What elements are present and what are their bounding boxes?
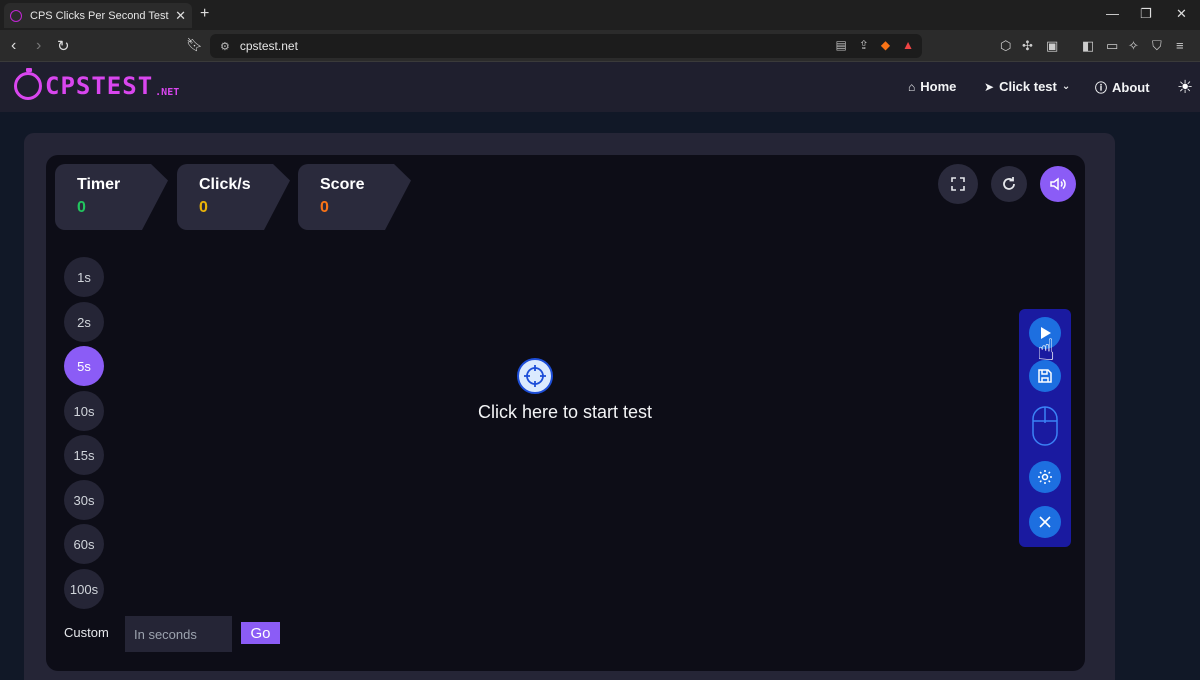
- sound-toggle-button[interactable]: [1040, 166, 1076, 202]
- logo-tld: .NET: [155, 87, 180, 98]
- fullscreen-icon: [951, 177, 965, 191]
- reset-button[interactable]: [991, 166, 1027, 202]
- site-favicon-icon: [10, 9, 22, 22]
- brave-rewards-icon[interactable]: ▲: [902, 38, 914, 52]
- cps-label: Click/s: [199, 176, 251, 193]
- nav-click-test-label: Click test: [999, 79, 1057, 94]
- start-test-prompt[interactable]: Click here to start test: [400, 355, 730, 435]
- duration-label: 10s: [73, 403, 95, 419]
- duration-5s-button[interactable]: 5s: [64, 346, 104, 386]
- duration-label: 2s: [77, 314, 91, 330]
- go-button[interactable]: Go: [241, 622, 280, 644]
- browser-tab[interactable]: CPS Clicks Per Second Test - Me ✕: [4, 3, 192, 28]
- vpn-icon[interactable]: ⛉: [1152, 38, 1162, 54]
- close-tab-icon[interactable]: ✕: [175, 8, 186, 24]
- nav-about-label: About: [1112, 80, 1150, 95]
- duration-label: 5s: [77, 358, 91, 374]
- reset-icon: [1003, 177, 1015, 190]
- browser-tab-bar: CPS Clicks Per Second Test - Me ✕ + — ❐ …: [0, 0, 1200, 30]
- duration-10s-button[interactable]: 10s: [64, 391, 104, 431]
- share-icon[interactable]: ⇪: [859, 38, 869, 52]
- stopwatch-icon: [14, 68, 42, 100]
- score-label: Score: [320, 176, 365, 193]
- fullscreen-button[interactable]: [938, 164, 978, 204]
- duration-60s-button[interactable]: 60s: [64, 524, 104, 564]
- duration-label: 15s: [73, 447, 95, 463]
- mouse-icon[interactable]: [1031, 405, 1059, 447]
- duration-1s-button[interactable]: 1s: [64, 257, 104, 297]
- nav-about[interactable]: ⓘ About: [1095, 79, 1150, 96]
- site-logo[interactable]: CPSTEST .NET: [14, 68, 180, 100]
- close-button[interactable]: [1029, 506, 1061, 538]
- cursor-icon: ➤: [984, 79, 995, 94]
- timer-label: Timer: [77, 176, 121, 193]
- new-tab-icon[interactable]: +: [200, 5, 209, 23]
- forward-icon[interactable]: ›: [36, 37, 41, 55]
- wallet-icon[interactable]: ▭: [1106, 38, 1118, 54]
- reader-mode-icon[interactable]: ▤: [835, 38, 846, 52]
- leo-ai-icon[interactable]: ✧: [1128, 38, 1139, 54]
- close-window-icon[interactable]: ✕: [1176, 6, 1187, 22]
- settings-button[interactable]: [1029, 461, 1061, 493]
- nav-home[interactable]: ⌂ Home: [908, 79, 956, 94]
- gear-icon: [1038, 470, 1052, 484]
- reload-icon[interactable]: ↻: [57, 37, 70, 55]
- restore-icon[interactable]: ❐: [1140, 6, 1152, 22]
- extensions-puzzle-icon[interactable]: ✣: [1022, 38, 1033, 54]
- save-icon: [1038, 369, 1052, 383]
- screenshot-icon[interactable]: ▣: [1046, 38, 1058, 54]
- brave-shields-icon[interactable]: ◆: [881, 38, 890, 52]
- close-icon: [1039, 516, 1051, 528]
- sound-icon: [1050, 177, 1066, 191]
- duration-2s-button[interactable]: 2s: [64, 302, 104, 342]
- duration-15s-button[interactable]: 15s: [64, 435, 104, 475]
- bookmark-icon[interactable]: 🔖︎: [186, 37, 203, 53]
- menu-icon[interactable]: ≡: [1176, 38, 1184, 53]
- custom-seconds-input[interactable]: [125, 616, 232, 652]
- site-header: CPSTEST .NET ⌂ Home ➤ Click test ⌄ ⓘ Abo…: [0, 62, 1200, 112]
- back-icon[interactable]: ‹: [11, 37, 16, 55]
- extension-icon[interactable]: ⬡: [1000, 38, 1011, 54]
- theme-toggle-sun-icon[interactable]: ☀: [1177, 77, 1193, 98]
- duration-label: 1s: [77, 269, 91, 285]
- crosshair-icon: [517, 358, 553, 394]
- sidebar-icon[interactable]: ◧: [1082, 38, 1094, 54]
- site-settings-icon[interactable]: ⚙: [220, 40, 230, 53]
- browser-toolbar: ‹ › ↻ 🔖︎ ⚙ cpstest.net ▤ ⇪ ◆ ▲ ⬡ ✣ ▣ ◧ ▭…: [0, 30, 1200, 62]
- duration-30s-button[interactable]: 30s: [64, 480, 104, 520]
- minimize-icon[interactable]: —: [1106, 6, 1119, 21]
- nav-click-test[interactable]: ➤ Click test ⌄: [984, 79, 1070, 94]
- logo-text: CPSTEST: [45, 72, 154, 100]
- duration-label: 60s: [73, 536, 95, 552]
- info-icon: ⓘ: [1095, 81, 1108, 95]
- address-bar[interactable]: ⚙ cpstest.net ▤ ⇪ ◆ ▲: [210, 34, 922, 58]
- nav-home-label: Home: [920, 79, 957, 94]
- chevron-down-icon: ⌄: [1061, 81, 1071, 92]
- duration-100s-button[interactable]: 100s: [64, 569, 104, 609]
- start-test-text: Click here to start test: [477, 402, 653, 422]
- duration-label: 30s: [73, 492, 95, 508]
- url-text: cpstest.net: [239, 39, 298, 53]
- duration-label: 100s: [69, 581, 99, 597]
- home-icon: ⌂: [908, 79, 916, 94]
- custom-label: Custom: [64, 625, 109, 640]
- hand-cursor-icon: ☝: [1037, 334, 1056, 367]
- tab-title: CPS Clicks Per Second Test - Me: [30, 9, 169, 22]
